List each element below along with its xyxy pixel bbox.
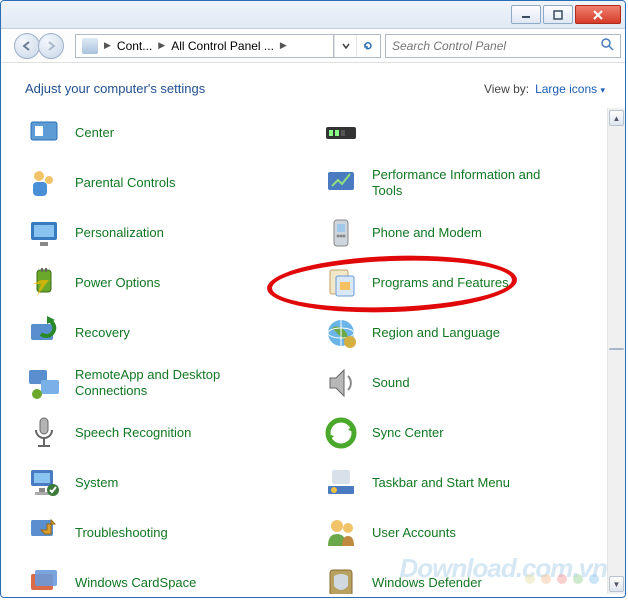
control-panel-item[interactable]: Parental Controls bbox=[21, 158, 318, 208]
control-panel-item[interactable]: Sound bbox=[318, 358, 615, 408]
taskbar-icon bbox=[322, 464, 360, 502]
item-label[interactable]: Phone and Modem bbox=[372, 225, 482, 241]
minimize-button[interactable] bbox=[511, 5, 541, 24]
control-panel-item[interactable]: Center bbox=[21, 108, 318, 158]
control-panel-item[interactable]: Speech Recognition bbox=[21, 408, 318, 458]
control-panel-item[interactable]: Taskbar and Start Menu bbox=[318, 458, 615, 508]
forward-button[interactable] bbox=[38, 33, 64, 59]
scrollbar[interactable]: ▲ ▼ bbox=[607, 108, 625, 594]
item-label[interactable]: User Accounts bbox=[372, 525, 456, 541]
center-icon bbox=[25, 114, 63, 152]
control-panel-icon bbox=[82, 38, 98, 54]
nav-row: ▶ Cont... ▶ All Control Panel ... ▶ bbox=[1, 29, 625, 63]
item-label[interactable]: Parental Controls bbox=[75, 175, 175, 191]
watermark-dots bbox=[525, 574, 599, 584]
breadcrumb-seg-1[interactable]: Cont... bbox=[113, 35, 156, 57]
scroll-thumb[interactable] bbox=[609, 348, 624, 350]
scroll-up-button[interactable]: ▲ bbox=[609, 110, 624, 126]
programs-icon bbox=[322, 264, 360, 302]
speech-icon bbox=[25, 414, 63, 452]
control-panel-item[interactable]: Phone and Modem bbox=[318, 208, 615, 258]
control-panel-item[interactable]: Recovery bbox=[21, 308, 318, 358]
control-panel-item[interactable]: Troubleshooting bbox=[21, 508, 318, 558]
region-icon bbox=[322, 314, 360, 352]
chevron-right-icon[interactable]: ▶ bbox=[104, 40, 111, 51]
item-label[interactable]: Personalization bbox=[75, 225, 164, 241]
item-label[interactable]: Sound bbox=[372, 375, 410, 391]
back-button[interactable] bbox=[14, 33, 40, 59]
refresh-button[interactable] bbox=[356, 35, 378, 57]
power-icon bbox=[25, 264, 63, 302]
item-label[interactable]: Speech Recognition bbox=[75, 425, 191, 441]
close-button[interactable] bbox=[575, 5, 621, 24]
view-by-dropdown[interactable]: Large icons ▾ bbox=[535, 82, 605, 96]
troubleshoot-icon bbox=[25, 514, 63, 552]
users-icon bbox=[322, 514, 360, 552]
control-panel-item[interactable]: Sync Center bbox=[318, 408, 615, 458]
item-label[interactable]: Sync Center bbox=[372, 425, 444, 441]
item-label[interactable]: Troubleshooting bbox=[75, 525, 168, 541]
system-icon bbox=[25, 464, 63, 502]
control-panel-item[interactable]: Programs and Features bbox=[318, 258, 615, 308]
chevron-right-icon[interactable]: ▶ bbox=[158, 40, 165, 51]
meter-icon bbox=[322, 114, 360, 152]
nav-buttons bbox=[5, 31, 71, 61]
view-by: View by: Large icons ▾ bbox=[484, 82, 605, 96]
chevron-down-icon: ▾ bbox=[600, 85, 605, 95]
sync-icon bbox=[322, 414, 360, 452]
item-label[interactable]: Taskbar and Start Menu bbox=[372, 475, 510, 491]
titlebar bbox=[1, 1, 625, 29]
control-panel-item[interactable] bbox=[318, 108, 615, 158]
personalization-icon bbox=[25, 214, 63, 252]
defender-icon bbox=[322, 564, 360, 594]
item-label[interactable]: Recovery bbox=[75, 325, 130, 341]
control-panel-item[interactable]: Performance Information and Tools bbox=[318, 158, 615, 208]
recovery-icon bbox=[25, 314, 63, 352]
performance-icon bbox=[322, 164, 360, 202]
item-label[interactable]: Performance Information and Tools bbox=[372, 167, 572, 198]
scroll-down-button[interactable]: ▼ bbox=[609, 576, 624, 592]
item-label[interactable]: RemoteApp and Desktop Connections bbox=[75, 367, 275, 398]
search-input[interactable] bbox=[392, 39, 582, 53]
control-panel-item[interactable]: Personalization bbox=[21, 208, 318, 258]
dropdown-button[interactable] bbox=[334, 35, 356, 57]
breadcrumb-seg-2[interactable]: All Control Panel ... bbox=[167, 35, 278, 57]
item-label[interactable]: Region and Language bbox=[372, 325, 500, 341]
page-title: Adjust your computer's settings bbox=[25, 81, 205, 96]
control-panel-item[interactable]: RemoteApp and Desktop Connections bbox=[21, 358, 318, 408]
parental-icon bbox=[25, 164, 63, 202]
control-panel-item[interactable]: System bbox=[21, 458, 318, 508]
cardspace-icon bbox=[25, 564, 63, 594]
control-panel-item[interactable]: Power Options bbox=[21, 258, 318, 308]
control-panel-item[interactable]: User Accounts bbox=[318, 508, 615, 558]
search-icon[interactable] bbox=[600, 37, 614, 54]
control-panel-window: ▶ Cont... ▶ All Control Panel ... ▶ Adju… bbox=[0, 0, 626, 598]
item-label[interactable]: Programs and Features bbox=[372, 275, 509, 291]
item-label[interactable]: System bbox=[75, 475, 118, 491]
item-label[interactable]: Power Options bbox=[75, 275, 160, 291]
search-box[interactable] bbox=[385, 34, 621, 58]
item-label[interactable]: Windows CardSpace bbox=[75, 575, 196, 591]
phone-icon bbox=[322, 214, 360, 252]
control-panel-item[interactable]: Region and Language bbox=[318, 308, 615, 358]
header-row: Adjust your computer's settings View by:… bbox=[1, 63, 625, 108]
chevron-right-icon[interactable]: ▶ bbox=[280, 40, 287, 51]
view-by-label: View by: bbox=[484, 82, 529, 96]
item-label[interactable]: Center bbox=[75, 125, 114, 141]
control-panel-item[interactable]: Windows CardSpace bbox=[21, 558, 318, 594]
content-area: Center Parental Controls Personalization Po… bbox=[1, 108, 625, 594]
remoteapp-icon bbox=[25, 364, 63, 402]
maximize-button[interactable] bbox=[543, 5, 573, 24]
sound-icon bbox=[322, 364, 360, 402]
address-bar[interactable]: ▶ Cont... ▶ All Control Panel ... ▶ bbox=[75, 34, 381, 58]
